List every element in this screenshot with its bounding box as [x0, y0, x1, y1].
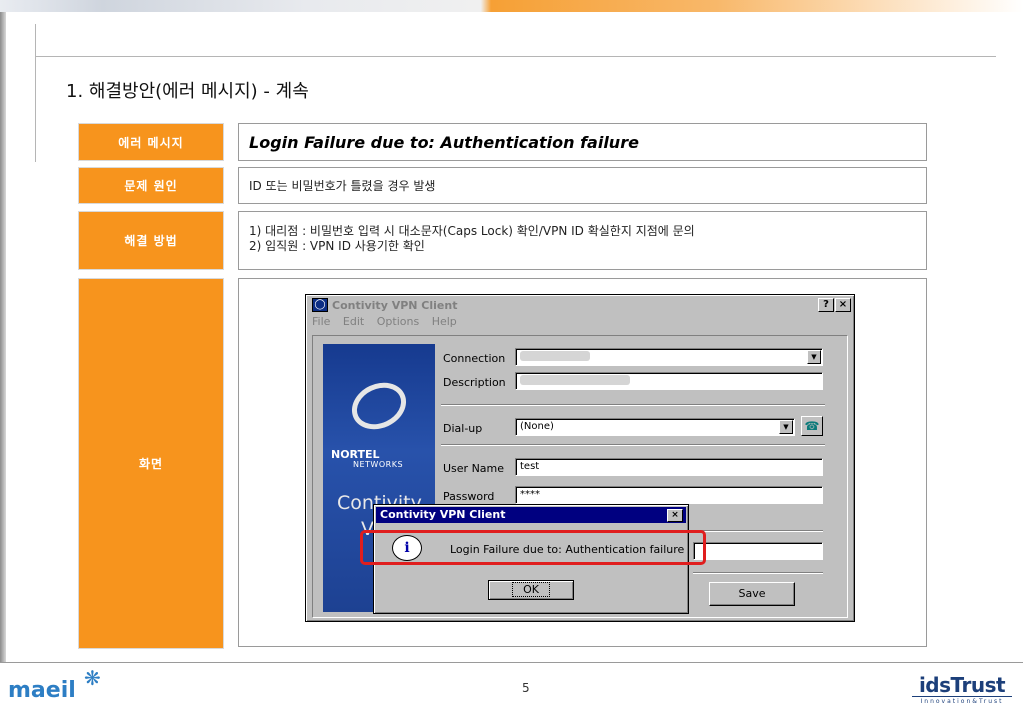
separator	[441, 444, 825, 446]
asterisk-star-icon: ❋	[84, 666, 101, 690]
brand-networks: NETWORKS	[353, 460, 404, 469]
password-value: ****	[520, 489, 540, 500]
help-button[interactable]: ?	[818, 298, 834, 312]
vertical-divider	[35, 24, 36, 162]
description-label: Description	[443, 376, 506, 389]
menu-help[interactable]: Help	[432, 315, 457, 328]
username-label: User Name	[443, 462, 505, 475]
redacted-value	[520, 375, 630, 385]
separator	[693, 572, 823, 574]
row-content-solution: 1) 대리점 : 비밀번호 입력 시 대소문자(Caps Lock) 확인/VP…	[238, 211, 927, 270]
app-icon: ◯	[312, 298, 328, 312]
red-highlight-box	[360, 530, 706, 565]
page-number: 5	[522, 681, 530, 695]
password-field[interactable]: ****	[515, 486, 823, 504]
row-content-error-message: Login Failure due to: Authentication fai…	[238, 123, 927, 161]
separator	[693, 530, 823, 532]
vpn-window-titlebar: ◯ Contivity VPN Client ? ×	[308, 297, 852, 313]
close-button[interactable]: ×	[835, 298, 851, 312]
dialog-title: Contivity VPN Client	[380, 508, 506, 521]
ok-button-label: OK	[512, 582, 550, 597]
page-title: 1. 해결방안(에러 메시지) - 계속	[66, 81, 309, 102]
dialog-titlebar: Contivity VPN Client ×	[376, 507, 686, 523]
cause-text: ID 또는 비밀번호가 틀렸을 경우 발생	[249, 179, 436, 193]
dialog-close-button[interactable]: ×	[667, 509, 683, 522]
separator	[441, 404, 825, 406]
maeil-logo: maeil ❋	[8, 666, 118, 704]
description-field[interactable]	[515, 372, 823, 390]
dialup-settings-icon[interactable]: ☎	[801, 416, 823, 436]
password-label: Password	[443, 490, 495, 503]
solution-line-2: 2) 임직원 : VPN ID 사용기한 확인	[249, 239, 425, 253]
header-divider	[36, 56, 996, 57]
dialup-value: (None)	[520, 421, 554, 432]
row-label-screen: 화면	[78, 278, 224, 649]
menu-edit[interactable]: Edit	[343, 315, 364, 328]
solution-line-1: 1) 대리점 : 비밀번호 입력 시 대소문자(Caps Lock) 확인/VP…	[249, 224, 695, 238]
save-button[interactable]: Save	[709, 582, 795, 606]
username-field[interactable]: test	[515, 458, 823, 476]
menu-options[interactable]: Options	[377, 315, 419, 328]
left-edge-stripe	[0, 12, 6, 662]
dialup-label: Dial-up	[443, 422, 483, 435]
top-gradient-bar	[0, 0, 1023, 12]
row-label-error-message: 에러 메시지	[78, 123, 224, 161]
error-message-text: Login Failure due to: Authentication fai…	[249, 132, 639, 152]
redacted-value	[520, 351, 590, 361]
idstrust-logo-text: idsTrust	[918, 673, 1006, 697]
row-label-cause: 문제 원인	[78, 167, 224, 204]
row-content-cause: ID 또는 비밀번호가 틀렸을 경우 발생	[238, 167, 927, 204]
dialup-select[interactable]: (None) ▼	[515, 418, 795, 436]
footer-divider	[0, 662, 1023, 663]
ok-button[interactable]: OK	[488, 580, 574, 600]
username-value: test	[520, 461, 540, 472]
connection-select[interactable]: ▼	[515, 348, 823, 366]
vpn-window-title: Contivity VPN Client	[332, 298, 458, 312]
connection-label: Connection	[443, 352, 506, 365]
idstrust-tagline: Innovation&Trust	[912, 696, 1012, 705]
slide: 1. 해결방안(에러 메시지) - 계속 에러 메시지 Login Failur…	[0, 0, 1023, 708]
idstrust-logo: idsTrust Innovation&Trust	[912, 675, 1012, 705]
maeil-logo-text: maeil	[8, 678, 76, 703]
nortel-globe-icon	[344, 374, 414, 438]
row-label-solution: 해결 방법	[78, 211, 224, 270]
dropdown-arrow-icon[interactable]: ▼	[779, 420, 793, 434]
menu-file[interactable]: File	[312, 315, 330, 328]
dropdown-arrow-icon[interactable]: ▼	[807, 350, 821, 364]
menu-bar: File Edit Options Help	[312, 315, 466, 328]
extra-field[interactable]	[693, 542, 823, 560]
